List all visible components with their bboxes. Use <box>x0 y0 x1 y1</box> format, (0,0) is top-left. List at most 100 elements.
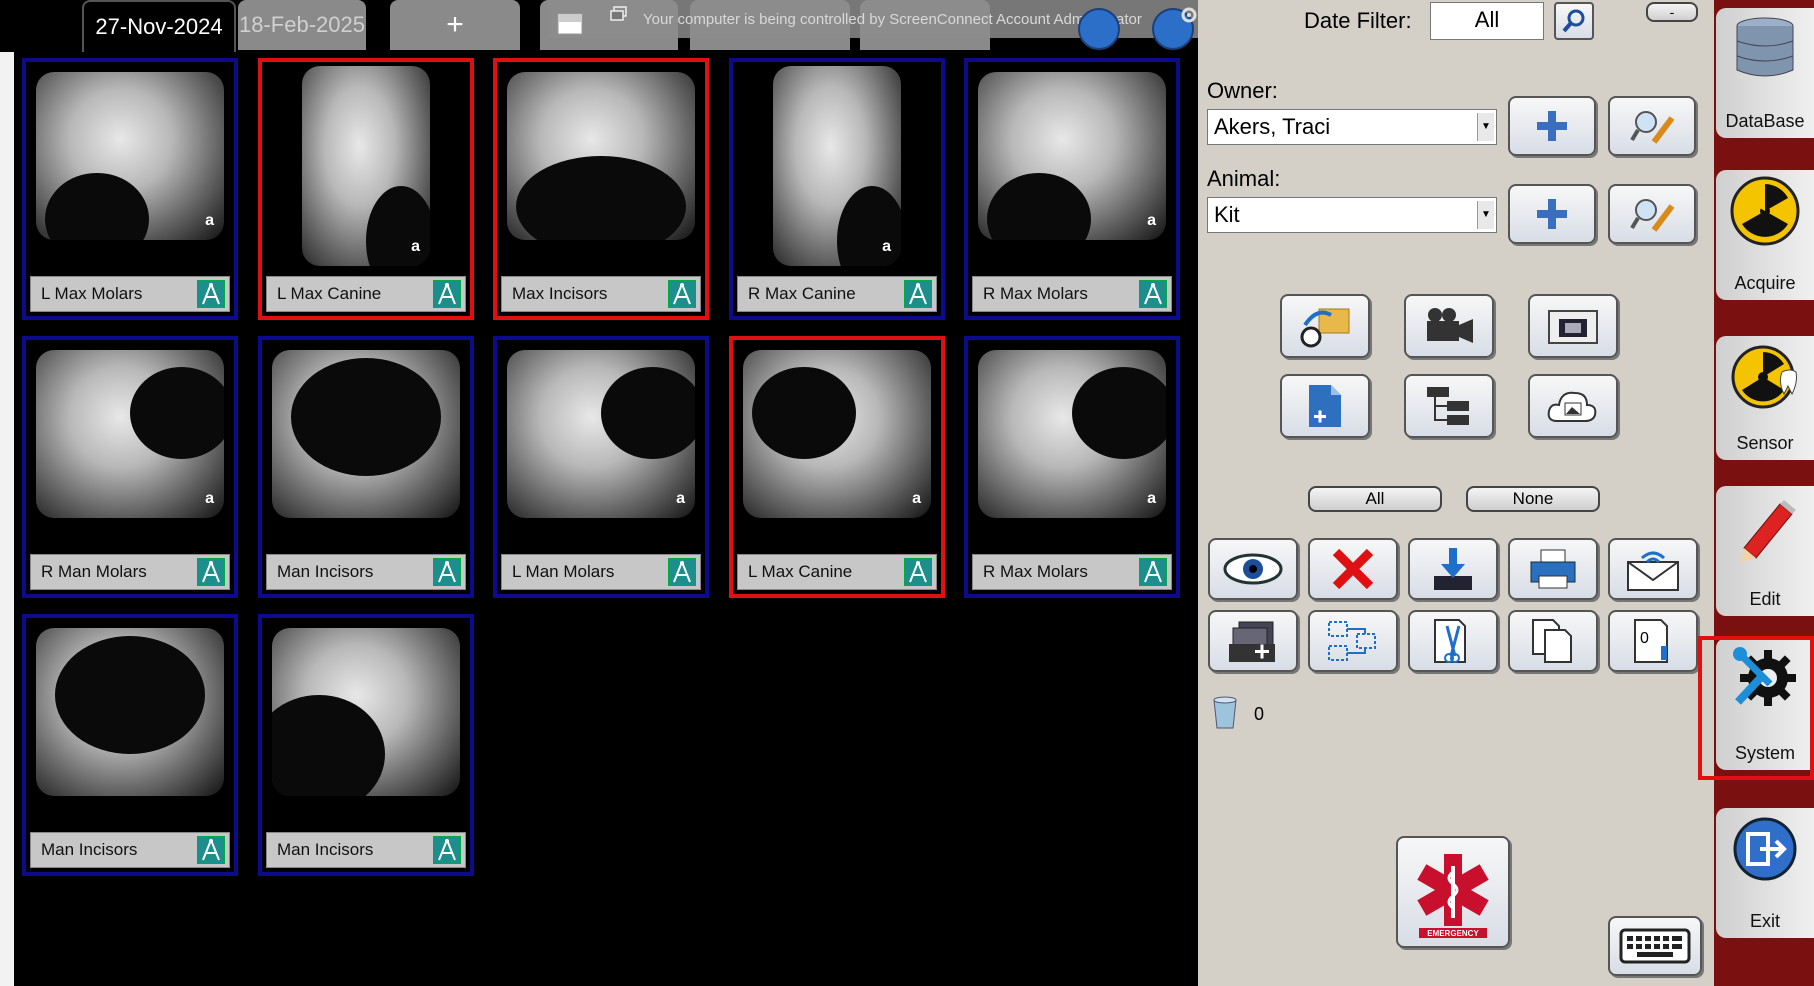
xray-image[interactable]: a <box>302 66 430 266</box>
select-none-button[interactable]: None <box>1466 486 1600 512</box>
import-from-camera-button[interactable] <box>1280 294 1370 358</box>
sidebar-acquire-button[interactable]: Acquire <box>1716 170 1814 300</box>
edit-animal-button[interactable] <box>1608 184 1696 244</box>
xray-image[interactable]: a <box>773 66 901 266</box>
control-panel: Date Filter: All - Owner: Akers, Traci ▼… <box>1198 0 1714 986</box>
xray-image[interactable]: a <box>36 350 224 518</box>
print-button[interactable] <box>1508 538 1598 600</box>
email-wireless-button[interactable] <box>1608 538 1698 600</box>
measure-compass-icon[interactable] <box>433 558 461 586</box>
image-folder-button[interactable] <box>1528 294 1618 358</box>
screenconnect-app-icon[interactable] <box>556 10 586 38</box>
emergency-button[interactable]: EMERGENCY <box>1396 836 1510 948</box>
new-document-button[interactable] <box>1280 374 1370 438</box>
xray-image[interactable]: a <box>507 350 695 518</box>
thumbnail-label[interactable]: Man Incisors <box>266 554 466 590</box>
xray-image[interactable] <box>272 350 460 518</box>
cloud-images-button[interactable] <box>1528 374 1618 438</box>
database-icon <box>1736 17 1794 77</box>
xray-thumbnail[interactable]: a R Max Molars <box>964 336 1180 598</box>
xray-image[interactable] <box>272 628 460 796</box>
main-sidebar: DataBase Acquire Sensor Edit System Exit <box>1714 0 1814 986</box>
copy-document-button[interactable] <box>1508 610 1598 672</box>
xray-thumbnail[interactable]: Man Incisors <box>258 336 474 598</box>
thumbnail-label[interactable]: L Max Canine <box>737 554 937 590</box>
measure-compass-icon[interactable] <box>433 280 461 308</box>
thumbnail-label[interactable]: R Max Molars <box>972 554 1172 590</box>
xray-thumbnail[interactable]: a L Max Canine <box>258 58 474 320</box>
delete-image-button[interactable] <box>1308 538 1398 600</box>
add-image-stack-button[interactable] <box>1208 610 1298 672</box>
emergency-label: EMERGENCY <box>1427 929 1479 938</box>
xray-thumbnail[interactable]: a L Man Molars <box>493 336 709 598</box>
measure-compass-icon[interactable] <box>433 836 461 864</box>
chevron-down-icon[interactable]: ▼ <box>1477 201 1494 229</box>
xray-thumbnail[interactable]: Man Incisors <box>258 614 474 876</box>
cut-document-button[interactable] <box>1408 610 1498 672</box>
thumbnail-label[interactable]: L Man Molars <box>501 554 701 590</box>
tab-date-active[interactable]: 27-Nov-2024 <box>82 0 236 52</box>
sidebar-database-button[interactable]: DataBase <box>1716 8 1814 138</box>
measure-compass-icon[interactable] <box>197 558 225 586</box>
measure-compass-icon[interactable] <box>1139 280 1167 308</box>
measure-compass-icon[interactable] <box>1139 558 1167 586</box>
date-filter-field[interactable]: All <box>1430 2 1544 40</box>
xray-image[interactable]: a <box>743 350 931 518</box>
xray-thumbnail[interactable]: a L Max Canine <box>729 336 945 598</box>
measure-compass-icon[interactable] <box>904 280 932 308</box>
folder-tree-button[interactable] <box>1404 374 1494 438</box>
xray-image[interactable]: a <box>978 350 1166 518</box>
owner-select[interactable]: Akers, Traci ▼ <box>1207 109 1497 145</box>
measure-compass-icon[interactable] <box>668 558 696 586</box>
xray-thumbnail[interactable]: a R Max Molars <box>964 58 1180 320</box>
thumbnail-label[interactable]: Max Incisors <box>501 276 701 312</box>
xray-image[interactable]: a <box>978 72 1166 240</box>
sidebar-exit-button[interactable]: Exit <box>1716 808 1814 938</box>
thumbnail-label[interactable]: R Max Canine <box>737 276 937 312</box>
date-filter-search-button[interactable] <box>1554 2 1594 40</box>
screenconnect-window-icon[interactable] <box>610 6 628 22</box>
thumbnail-label[interactable]: Man Incisors <box>30 832 230 868</box>
thumbnail-label[interactable]: L Max Molars <box>30 276 230 312</box>
sidebar-edit-button[interactable]: Edit <box>1716 486 1814 616</box>
download-image-button[interactable] <box>1408 538 1498 600</box>
thumbnail-label[interactable]: R Man Molars <box>30 554 230 590</box>
owner-label: Owner: <box>1207 78 1278 103</box>
thumbnail-label[interactable]: L Max Canine <box>266 276 466 312</box>
xray-image[interactable] <box>507 72 695 240</box>
add-animal-button[interactable] <box>1508 184 1596 244</box>
measure-compass-icon[interactable] <box>197 280 225 308</box>
chevron-down-icon[interactable]: ▼ <box>1477 113 1494 141</box>
xray-shadow <box>516 156 686 240</box>
xray-thumbnail[interactable]: Max Incisors <box>493 58 709 320</box>
xray-thumbnail[interactable]: a R Man Molars <box>22 336 238 598</box>
screenconnect-circle-1-icon[interactable] <box>1078 8 1120 50</box>
thumbnail-label[interactable]: Man Incisors <box>266 832 466 868</box>
select-all-button[interactable]: All <box>1308 486 1442 512</box>
thumbnail-label[interactable]: R Max Molars <box>972 276 1172 312</box>
tab-date-inactive[interactable]: 18-Feb-2025 <box>238 0 366 50</box>
xray-image[interactable]: a <box>36 72 224 240</box>
sidebar-sensor-button[interactable]: Sensor <box>1716 336 1814 460</box>
view-image-button[interactable] <box>1208 538 1298 600</box>
add-tab-button[interactable]: + <box>390 0 520 50</box>
xray-thumbnail[interactable]: a R Max Canine <box>729 58 945 320</box>
xray-thumbnail[interactable]: Man Incisors <box>22 614 238 876</box>
minimize-button[interactable]: - <box>1646 2 1698 22</box>
page-counter-button[interactable]: 0 <box>1608 610 1698 672</box>
keyboard-button[interactable] <box>1608 916 1702 976</box>
animal-label: Animal: <box>1207 166 1281 191</box>
edit-owner-button[interactable] <box>1608 96 1696 156</box>
video-capture-button[interactable] <box>1404 294 1494 358</box>
sidebar-exit-label: Exit <box>1749 911 1780 931</box>
xray-thumbnail[interactable]: a L Max Molars <box>22 58 238 320</box>
screenconnect-gear-icon[interactable] <box>1178 4 1200 26</box>
date-filter-label: Date Filter: <box>1304 8 1412 33</box>
animal-select[interactable]: Kit ▼ <box>1207 197 1497 233</box>
measure-compass-icon[interactable] <box>668 280 696 308</box>
measure-compass-icon[interactable] <box>904 558 932 586</box>
xray-image[interactable] <box>36 628 224 796</box>
link-images-button[interactable] <box>1308 610 1398 672</box>
measure-compass-icon[interactable] <box>197 836 225 864</box>
add-owner-button[interactable] <box>1508 96 1596 156</box>
